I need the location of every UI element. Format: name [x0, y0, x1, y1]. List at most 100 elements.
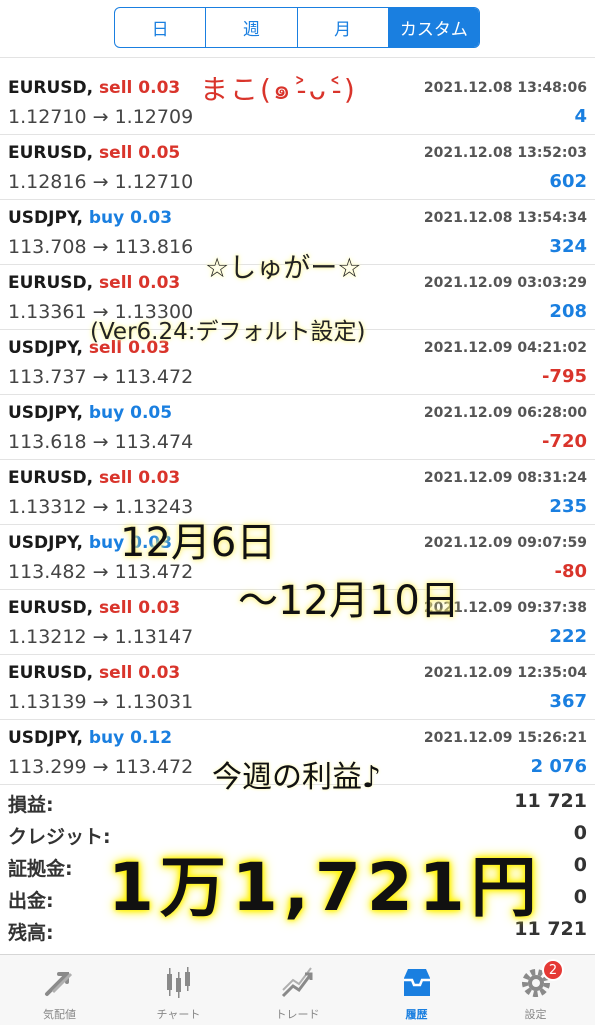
- handwritten-name: まこ(๑˃̵ᴗ˂̵): [200, 73, 357, 106]
- open-price: 113.618: [8, 431, 87, 453]
- arrow: →: [92, 496, 109, 518]
- chart-icon: [159, 963, 199, 1003]
- trade-prices: 1.12816 → 1.12710: [8, 171, 193, 193]
- handwritten-version: (Ver6.24:デフォルト設定): [90, 319, 366, 345]
- trade-icon: [278, 963, 318, 1003]
- trade-profit: 367: [549, 691, 587, 712]
- trade-side: buy: [88, 533, 125, 553]
- trade-prices: 1.12710 → 1.12709: [8, 106, 193, 128]
- close-price: 1.12709: [114, 106, 194, 128]
- symbol: EURUSD,: [8, 468, 94, 488]
- trade-time: 2021.12.09 03:03:29: [423, 275, 587, 291]
- trade-symbol: EURUSD, sell 0.03: [8, 468, 180, 488]
- trade-row[interactable]: USDJPY, buy 0.05 2021.12.09 06:28:00 113.6…: [0, 395, 595, 460]
- symbol: USDJPY,: [8, 338, 83, 358]
- trade-lots: 0.05: [138, 143, 181, 163]
- trade-lots: 0.12: [130, 728, 173, 748]
- symbol: EURUSD,: [8, 78, 94, 98]
- summary-value: 0: [573, 886, 587, 908]
- trade-lots: 0.03: [130, 208, 173, 228]
- close-price: 1.13031: [114, 691, 194, 713]
- trade-profit: 4: [574, 106, 587, 127]
- symbol: USDJPY,: [8, 728, 83, 748]
- trade-profit: 602: [549, 171, 587, 192]
- segment-custom[interactable]: カスタム: [388, 8, 479, 47]
- summary-label: 残高:: [8, 922, 54, 944]
- trade-side: sell: [99, 598, 133, 618]
- tab-quotes[interactable]: 気配値: [0, 955, 119, 1025]
- trade-profit: -80: [554, 561, 587, 582]
- trade-lots: 0.05: [130, 403, 173, 423]
- history-icon: [397, 963, 437, 1003]
- segment-month[interactable]: 月: [298, 8, 389, 47]
- handwritten-date-from: 12月6日: [120, 520, 277, 566]
- trade-lots: 0.03: [138, 663, 181, 683]
- trade-side: sell: [99, 468, 133, 488]
- arrow: →: [92, 236, 109, 258]
- trade-prices: 113.737 → 113.472: [8, 366, 193, 388]
- symbol: EURUSD,: [8, 273, 94, 293]
- summary-value: 0: [573, 822, 587, 844]
- trade-lots: 0.03: [138, 273, 181, 293]
- trade-row[interactable]: EURUSD, sell 0.03 2021.12.09 08:31:24 1.13…: [0, 460, 595, 525]
- trade-lots: 0.03: [138, 468, 181, 488]
- trade-side: sell: [99, 663, 133, 683]
- trade-symbol: USDJPY, buy 0.05: [8, 403, 172, 423]
- trade-symbol: EURUSD, sell 0.03: [8, 273, 180, 293]
- trade-profit: 222: [549, 626, 587, 647]
- trade-symbol: EURUSD, sell 0.05: [8, 143, 180, 163]
- segment-week[interactable]: 週: [206, 8, 298, 47]
- trade-side: sell: [99, 78, 133, 98]
- tab-settings[interactable]: 2 設定: [476, 955, 595, 1025]
- open-price: 113.737: [8, 366, 87, 388]
- trade-time: 2021.12.09 15:26:21: [423, 730, 587, 746]
- symbol: EURUSD,: [8, 143, 94, 163]
- symbol: USDJPY,: [8, 533, 83, 553]
- close-price: 113.472: [114, 756, 194, 778]
- tab-history[interactable]: 履歴: [357, 955, 476, 1025]
- trade-profit: -720: [541, 431, 587, 452]
- symbol: EURUSD,: [8, 663, 94, 683]
- trade-side: sell: [99, 143, 133, 163]
- tab-label: チャート: [156, 1008, 201, 1021]
- handwritten-week-profit: 今週の利益♪: [212, 760, 382, 795]
- arrow: →: [92, 691, 109, 713]
- trade-row[interactable]: EURUSD, sell 0.05 2021.12.08 13:52:03 1.12…: [0, 135, 595, 200]
- divider: [0, 57, 595, 58]
- open-price: 1.13312: [8, 496, 87, 518]
- trade-prices: 113.618 → 113.474: [8, 431, 193, 453]
- close-price: 113.472: [114, 366, 194, 388]
- open-price: 113.708: [8, 236, 87, 258]
- handwritten-date-to: 〜12月10日: [238, 578, 460, 624]
- close-price: 1.12710: [114, 171, 194, 193]
- trade-time: 2021.12.09 08:31:24: [423, 470, 587, 486]
- trade-prices: 1.13212 → 1.13147: [8, 626, 193, 648]
- arrow: →: [92, 626, 109, 648]
- scrolled-row-fragment: [0, 48, 595, 63]
- trade-symbol: EURUSD, sell 0.03: [8, 598, 180, 618]
- segment-day[interactable]: 日: [115, 8, 207, 47]
- trade-prices: 113.708 → 113.816: [8, 236, 193, 258]
- close-price: 113.474: [114, 431, 194, 453]
- trade-time: 2021.12.09 09:07:59: [423, 535, 587, 551]
- tab-chart[interactable]: チャート: [119, 955, 238, 1025]
- trade-profit: 2 076: [530, 756, 587, 777]
- trade-symbol: EURUSD, sell 0.03: [8, 663, 180, 683]
- tab-trade[interactable]: トレード: [238, 955, 357, 1025]
- arrow: →: [92, 756, 109, 778]
- open-price: 1.12710: [8, 106, 87, 128]
- summary-label: 出金:: [8, 890, 54, 912]
- trade-lots: 0.03: [138, 598, 181, 618]
- trade-time: 2021.12.09 12:35:04: [423, 665, 587, 681]
- trade-side: sell: [99, 273, 133, 293]
- period-segmented-control: 日 週 月 カスタム: [114, 7, 480, 48]
- arrow: →: [92, 171, 109, 193]
- tab-label: 履歴: [405, 1008, 428, 1021]
- trade-row[interactable]: EURUSD, sell 0.03 2021.12.09 12:35:04 1.13…: [0, 655, 595, 720]
- symbol: USDJPY,: [8, 403, 83, 423]
- open-price: 1.12816: [8, 171, 87, 193]
- trade-prices: 113.299 → 113.472: [8, 756, 193, 778]
- trade-time: 2021.12.08 13:52:03: [423, 145, 587, 161]
- trade-time: 2021.12.08 13:48:06: [423, 80, 587, 96]
- tab-label: トレード: [275, 1008, 320, 1021]
